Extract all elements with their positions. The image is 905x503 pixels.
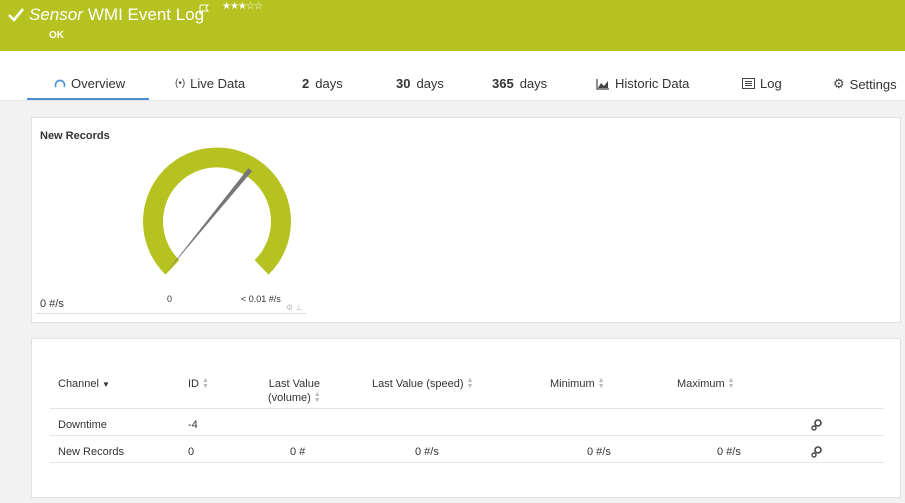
cell-maximum: 0 #/s <box>717 446 741 458</box>
gear-icon[interactable]: ⚙ <box>286 303 293 312</box>
sensor-title: Sensor WMI Event Log <box>29 5 204 25</box>
status-text: OK <box>49 30 64 41</box>
tab-label: Log <box>760 76 782 91</box>
tab-label: days <box>315 76 343 91</box>
tab-prefix: 365 <box>492 76 514 91</box>
gear-icon: ⚙ <box>833 76 845 91</box>
cell-channel[interactable]: Downtime <box>58 419 107 431</box>
column-header-minimum[interactable]: Minimum ▲ ▼ <box>550 377 605 391</box>
cell-last-value-speed: 0 #/s <box>415 446 439 458</box>
gauge-title: New Records <box>40 130 110 142</box>
channel-settings-icon[interactable] <box>810 445 824 459</box>
column-label: Maximum <box>677 378 725 390</box>
gauge-divider <box>36 313 306 314</box>
tab-live-data[interactable]: (•) Live Data <box>175 76 245 91</box>
sort-icon: ▲ ▼ <box>597 377 605 391</box>
sort-icon: ▲ ▼ <box>202 377 209 391</box>
sort-icon: ▲ ▼ <box>466 377 474 391</box>
column-label: Last Value <box>268 378 320 390</box>
tab-overview[interactable]: Overview <box>54 76 125 91</box>
pin-icon[interactable]: ⊥ <box>295 303 302 312</box>
area-chart-icon <box>596 78 609 90</box>
column-label: Minimum <box>550 378 595 390</box>
column-header-channel[interactable]: Channel ▼ <box>58 377 110 392</box>
column-header-last-value-volume[interactable]: Last Value (volume) ▲ ▼ <box>268 377 321 405</box>
sort-desc-icon: ▼ <box>102 380 110 389</box>
tab-label: Settings <box>849 76 897 92</box>
tab-prefix: 30 <box>396 76 411 91</box>
tab-30-days[interactable]: 30 days <box>396 76 444 91</box>
sort-icon: ▲ ▼ <box>313 391 321 405</box>
cell-id: 0 <box>188 446 195 458</box>
tab-historic-data[interactable]: Historic Data <box>596 76 689 91</box>
priority-stars[interactable]: ★★★☆☆ <box>222 1 263 13</box>
cell-minimum: 0 #/s <box>587 446 611 458</box>
row-divider <box>50 435 884 436</box>
gauge-card: New Records 0 #/s 0 < 0.01 #/s ⚙ ⊥ <box>31 117 901 323</box>
tab-label: days <box>416 76 444 91</box>
tab-prefix: 2 <box>302 76 310 91</box>
gauge <box>143 147 291 275</box>
tab-bar: Overview (•) Live Data 2 days 30 days 365 d… <box>0 51 905 101</box>
flag-icon[interactable] <box>198 4 210 16</box>
column-label: Channel <box>58 378 99 390</box>
tab-label: Historic Data <box>615 76 690 91</box>
row-divider <box>50 462 884 463</box>
column-label: ID <box>188 378 199 390</box>
column-label: Last Value (speed) <box>372 378 464 390</box>
gauge-tools[interactable]: ⚙ ⊥ <box>286 303 302 312</box>
cell-last-value-volume: 0 # <box>290 446 306 458</box>
column-header-id[interactable]: ID ▲ ▼ <box>188 377 209 391</box>
sort-icon: ▲ ▼ <box>727 377 735 391</box>
column-header-last-value-speed[interactable]: Last Value (speed) ▲ ▼ <box>372 377 473 391</box>
sensor-type: Sensor <box>29 5 83 24</box>
tab-2-days[interactable]: 2 days <box>302 76 343 91</box>
row-divider <box>50 408 884 409</box>
gauge-icon <box>54 79 66 87</box>
check-icon <box>8 8 25 22</box>
cell-channel[interactable]: New Records <box>58 446 124 458</box>
gauge-min-label: 0 <box>167 294 173 304</box>
tab-log[interactable]: Log <box>742 76 782 91</box>
cell-id: -4 <box>188 419 198 431</box>
sensor-name: WMI Event Log <box>87 5 205 24</box>
tab-label: Live Data <box>190 76 246 91</box>
gauge-needle <box>165 168 253 274</box>
tab-settings[interactable]: ⚙ Settings <box>833 76 897 92</box>
sensor-header: Sensor WMI Event Log ★★★☆☆ OK <box>0 0 905 51</box>
live-data-icon: (•) <box>175 78 186 89</box>
log-icon <box>742 78 755 89</box>
channel-settings-icon[interactable] <box>810 418 824 432</box>
column-label-2: (volume) <box>268 392 311 404</box>
tab-label: Overview <box>71 76 126 91</box>
gauge-max-label: < 0.01 #/s <box>241 294 281 304</box>
gauge-value: 0 #/s <box>40 298 64 310</box>
tab-365-days[interactable]: 365 days <box>492 76 547 91</box>
tab-label: days <box>519 76 548 91</box>
active-tab-indicator <box>27 98 149 100</box>
column-header-maximum[interactable]: Maximum ▲ ▼ <box>677 377 735 391</box>
channel-table-card: Channel ▼ ID ▲ ▼ Last Value (volume) ▲ ▼ Last… <box>31 338 901 498</box>
